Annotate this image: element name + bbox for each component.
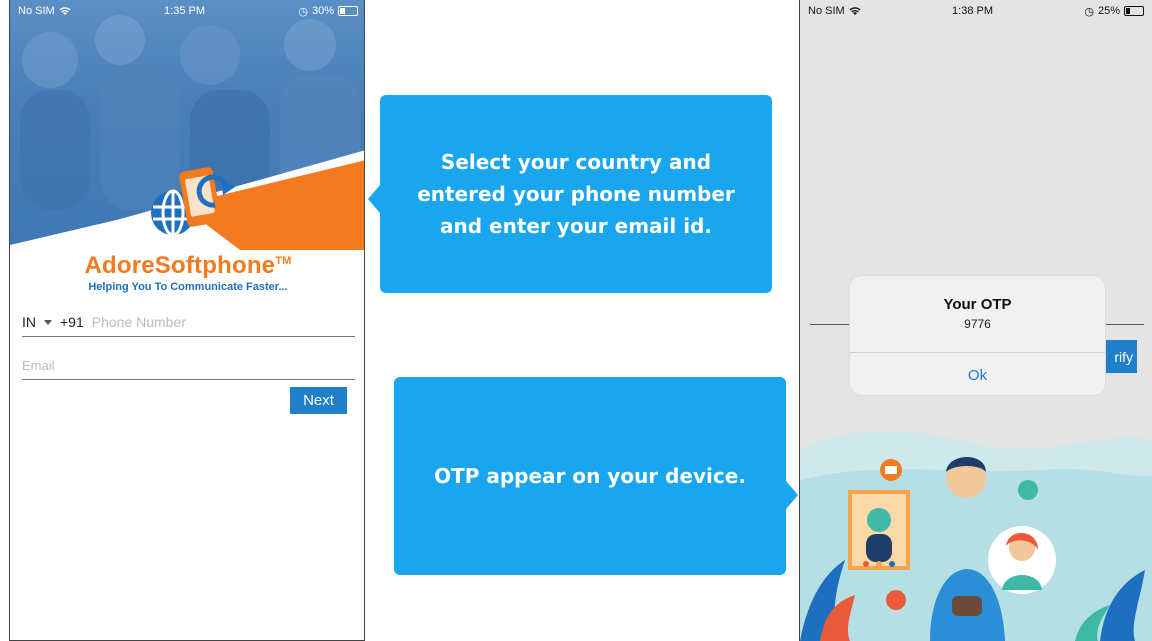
battery-percent: 30% bbox=[311, 5, 334, 17]
ok-button[interactable]: Ok bbox=[850, 360, 1105, 390]
phone-screen-otp: No SIM 1:38 PM ◷ 25% rify Your OTP 9776 … bbox=[799, 0, 1152, 641]
otp-alert-dialog: Your OTP 9776 Ok bbox=[850, 276, 1105, 395]
brand-name-text: AdoreSoftphone bbox=[84, 252, 276, 279]
carrier-label: No SIM bbox=[18, 5, 55, 17]
callout-1-text: Select your country and entered your pho… bbox=[417, 150, 735, 238]
instruction-callout-1: Select your country and entered your pho… bbox=[368, 95, 772, 293]
wifi-icon bbox=[59, 6, 71, 15]
brand-tagline: Helping You To Communicate Faster... bbox=[88, 281, 288, 293]
status-bar: No SIM 1:38 PM ◷ 25% bbox=[800, 0, 1152, 22]
brand-name: AdoreSoftphoneTM bbox=[10, 252, 364, 280]
clock-time: 1:35 PM bbox=[164, 5, 205, 17]
callout-pointer bbox=[786, 481, 798, 509]
verify-button[interactable]: rify bbox=[1100, 340, 1137, 373]
dropdown-caret-icon[interactable] bbox=[44, 319, 52, 325]
clock-time: 1:38 PM bbox=[952, 5, 993, 17]
battery-percent: 25% bbox=[1097, 5, 1120, 17]
phone-number-input[interactable]: Phone Number bbox=[92, 314, 186, 330]
trademark: TM bbox=[275, 255, 292, 267]
email-input[interactable]: Email bbox=[22, 358, 55, 373]
status-bar: No SIM 1:35 PM ◷ 30% bbox=[10, 0, 364, 22]
carrier-label: No SIM bbox=[808, 5, 845, 17]
email-row: Email bbox=[22, 351, 355, 380]
alert-divider bbox=[850, 352, 1105, 353]
country-select[interactable]: IN bbox=[22, 314, 36, 330]
next-button[interactable]: Next bbox=[290, 387, 347, 414]
heart-icon bbox=[886, 590, 906, 610]
phone-number-row: IN +91 Phone Number bbox=[22, 308, 355, 337]
otp-code: 9776 bbox=[964, 317, 991, 331]
alarm-icon: ◷ bbox=[298, 5, 308, 18]
alarm-icon: ◷ bbox=[1084, 5, 1094, 18]
communication-illustration bbox=[800, 430, 1152, 641]
phone-screen-signup: No SIM 1:35 PM ◷ 30% AdoreSoftphoneTM He… bbox=[9, 0, 365, 641]
callout-pointer bbox=[368, 185, 380, 213]
alert-title: Your OTP bbox=[943, 296, 1012, 313]
globe-phone-logo-icon bbox=[151, 167, 235, 237]
hero-banner: No SIM 1:35 PM ◷ 30% bbox=[10, 0, 364, 250]
callout-2-text: OTP appear on your device. bbox=[434, 464, 746, 488]
battery-icon bbox=[337, 6, 358, 16]
phone-icon bbox=[1018, 480, 1038, 500]
brand-block: AdoreSoftphoneTM Helping You To Communic… bbox=[10, 252, 364, 293]
battery-icon bbox=[1123, 6, 1144, 16]
instruction-callout-2: OTP appear on your device. bbox=[394, 377, 798, 575]
wifi-icon bbox=[849, 6, 861, 15]
dial-code: +91 bbox=[60, 314, 84, 330]
